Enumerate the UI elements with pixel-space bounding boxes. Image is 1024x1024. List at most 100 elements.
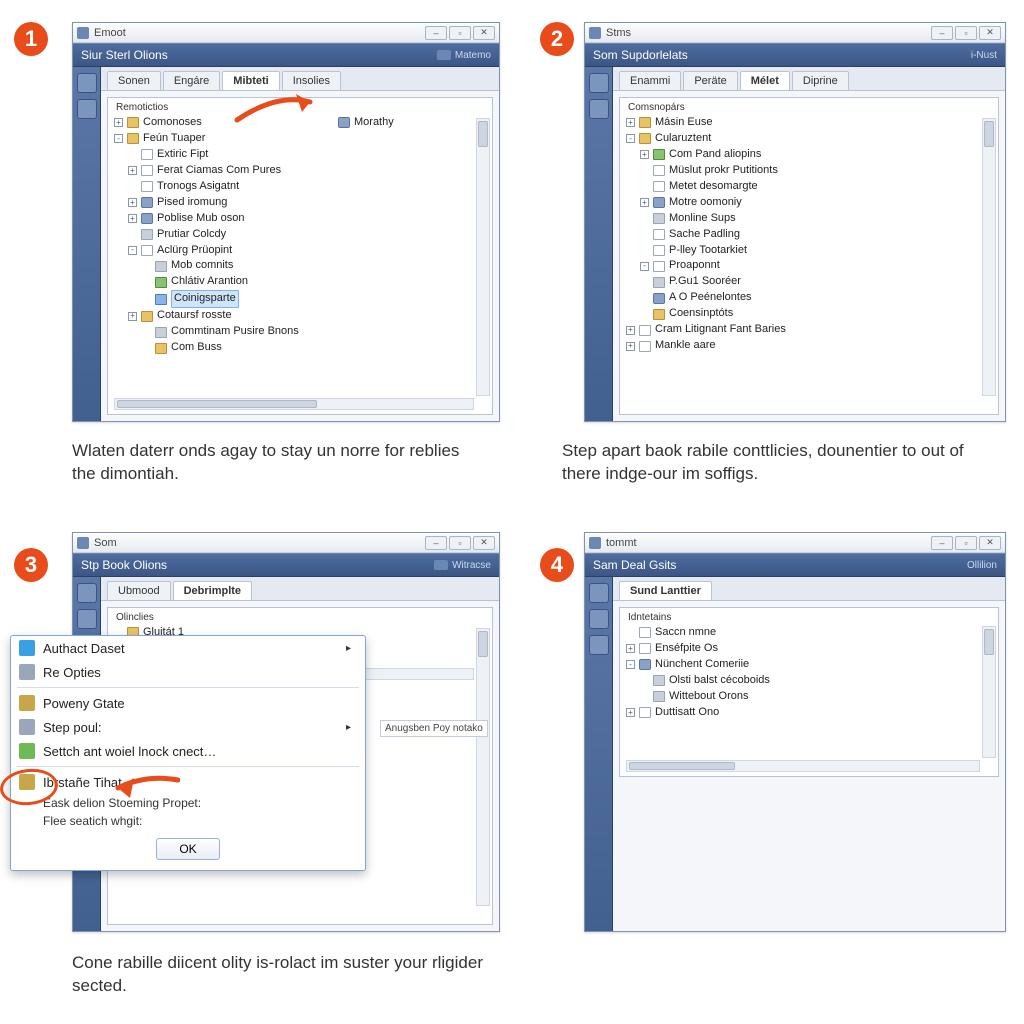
ok-button[interactable]: OK — [156, 838, 219, 860]
tree-node[interactable]: P.Gu1 Sooréer — [640, 274, 992, 290]
tree-node[interactable]: Coinigsparte — [142, 290, 486, 308]
titlebar-2[interactable]: Stms – ▫ ✕ — [585, 23, 1005, 43]
tree-node[interactable]: Mob comnits — [142, 258, 486, 274]
tab[interactable]: Ubmood — [107, 581, 171, 600]
sidebar-button[interactable] — [77, 99, 97, 119]
tree-node[interactable]: +Poblise Mub oson — [128, 211, 486, 227]
tab[interactable]: Sonen — [107, 71, 161, 90]
horizontal-scrollbar[interactable] — [626, 760, 980, 772]
sidebar-button[interactable] — [589, 609, 609, 629]
expand-toggle[interactable]: + — [128, 166, 137, 175]
tree-view-2[interactable]: +Másin Euse-Cularuztent+Com Pand aliopin… — [620, 115, 998, 360]
tree-node[interactable]: Olsti balst cécoboids — [640, 673, 992, 689]
tab[interactable]: Diprine — [792, 71, 849, 90]
tree-node[interactable]: Prutiar Colcdy — [128, 227, 486, 243]
tree-node[interactable]: -Aclürg PrüopintMob comnitsChlátiv Arant… — [128, 243, 486, 309]
close-button[interactable]: ✕ — [473, 26, 495, 40]
context-menu-item[interactable]: Step poul:▸ — [11, 715, 365, 739]
tree-node[interactable]: +Ferat Ciamas Com Pures — [128, 163, 486, 179]
maximize-button[interactable]: ▫ — [449, 26, 471, 40]
tree-node[interactable]: +Motre oomoniy — [640, 195, 992, 211]
close-button[interactable]: ✕ — [979, 536, 1001, 550]
context-menu-item[interactable]: Authact Daset▸ — [11, 636, 365, 660]
tree-node[interactable]: -Feún TuaperExtiric Fipt+Ferat Ciamas Co… — [114, 131, 486, 356]
context-menu-item[interactable]: Settch ant woiel lnock cnect… — [11, 739, 365, 763]
tab[interactable]: Debrimplte — [173, 581, 252, 600]
expand-toggle[interactable]: - — [640, 262, 649, 271]
titlebar-4[interactable]: tommt – ▫ ✕ — [585, 533, 1005, 553]
sidebar-button[interactable] — [589, 99, 609, 119]
minimize-button[interactable]: – — [425, 26, 447, 40]
tree-node[interactable]: Sache Padling — [640, 227, 992, 243]
vertical-scrollbar[interactable] — [476, 628, 490, 906]
tree-node[interactable]: +Duttisatt Ono — [626, 705, 992, 721]
expand-toggle[interactable]: + — [128, 198, 137, 207]
close-button[interactable]: ✕ — [979, 26, 1001, 40]
titlebar-3[interactable]: Som – ▫ ✕ — [73, 533, 499, 553]
expand-toggle[interactable]: - — [626, 134, 635, 143]
context-menu-item[interactable]: Ibrstañe Tihat — [11, 770, 365, 794]
tree-node[interactable]: +Enséfpite Os — [626, 641, 992, 657]
maximize-button[interactable]: ▫ — [449, 536, 471, 550]
detached-item[interactable]: Morathy — [338, 116, 394, 128]
expand-toggle[interactable]: + — [128, 312, 137, 321]
expand-toggle[interactable]: - — [114, 134, 123, 143]
tree-node[interactable]: Commtinam Pusire Bnons — [142, 324, 486, 340]
tab[interactable]: Engáre — [163, 71, 220, 90]
tree-node[interactable]: Chlátiv Arantion — [142, 274, 486, 290]
tree-node[interactable]: +Másin Euse — [626, 115, 992, 131]
minimize-button[interactable]: – — [931, 26, 953, 40]
expand-toggle[interactable]: + — [128, 214, 137, 223]
maximize-button[interactable]: ▫ — [955, 26, 977, 40]
sidebar-button[interactable] — [77, 609, 97, 629]
tree-node[interactable]: Tronogs Asigatnt — [128, 179, 486, 195]
tree-node[interactable]: -Nünchent ComeriieOlsti balst cécoboidsW… — [626, 657, 992, 705]
vertical-scrollbar[interactable] — [982, 118, 996, 396]
tree-node[interactable]: Metet desomargte — [640, 179, 992, 195]
tab[interactable]: Mibteti — [222, 71, 279, 90]
expand-toggle[interactable]: + — [626, 342, 635, 351]
tree-node[interactable]: +Comonoses — [114, 115, 486, 131]
tab[interactable]: Mélet — [740, 71, 790, 90]
tree-node[interactable]: Wittebout Orons — [640, 689, 992, 705]
expand-toggle[interactable]: - — [128, 246, 137, 255]
context-menu-item[interactable]: Poweny Gtate — [11, 691, 365, 715]
maximize-button[interactable]: ▫ — [955, 536, 977, 550]
titlebar-1[interactable]: Emoot – ▫ ✕ — [73, 23, 499, 43]
tab[interactable]: Insolies — [282, 71, 341, 90]
minimize-button[interactable]: – — [931, 536, 953, 550]
minimize-button[interactable]: – — [425, 536, 447, 550]
sidebar-button[interactable] — [77, 583, 97, 603]
expand-toggle[interactable]: + — [626, 326, 635, 335]
expand-toggle[interactable]: + — [640, 198, 649, 207]
sidebar-button[interactable] — [77, 73, 97, 93]
tree-node[interactable]: Saccn nmne — [626, 625, 992, 641]
sidebar-button[interactable] — [589, 635, 609, 655]
tree-node[interactable]: Monline Sups — [640, 211, 992, 227]
tab[interactable]: Enammi — [619, 71, 681, 90]
tree-node[interactable]: +Pised iromung — [128, 195, 486, 211]
tree-node[interactable]: -Cularuztent+Com Pand aliopinsMüslut pro… — [626, 131, 992, 322]
tree-node[interactable]: +Cotaursf rossteCommtinam Pusire BnonsCo… — [128, 308, 486, 356]
tree-node[interactable]: +Com Pand aliopins — [640, 147, 992, 163]
tree-node[interactable]: Com Buss — [142, 340, 486, 356]
vertical-scrollbar[interactable] — [476, 118, 490, 396]
expand-toggle[interactable]: + — [626, 118, 635, 127]
tree-node[interactable]: -Proaponnt — [640, 258, 992, 274]
horizontal-scrollbar[interactable] — [114, 398, 474, 410]
tree-view-4[interactable]: Saccn nmne+Enséfpite Os-Nünchent Comerii… — [620, 625, 998, 727]
tree-node[interactable]: P-lley Tootarkiet — [640, 243, 992, 259]
tree-view-1[interactable]: +Comonoses-Feún TuaperExtiric Fipt+Ferat… — [108, 115, 492, 362]
tree-node[interactable]: +Cram Litignant Fant Baries — [626, 322, 992, 338]
tree-node[interactable]: Coensinptóts — [640, 306, 992, 322]
vertical-scrollbar[interactable] — [982, 626, 996, 758]
expand-toggle[interactable]: + — [626, 644, 635, 653]
context-menu[interactable]: Authact Daset▸Re OptiesPoweny GtateStep … — [10, 635, 366, 871]
tree-node[interactable]: +Mankle aare — [626, 338, 992, 354]
tree-node[interactable]: Extiric Fipt — [128, 147, 486, 163]
close-button[interactable]: ✕ — [473, 536, 495, 550]
tree-node[interactable]: Müslut prokr Putitionts — [640, 163, 992, 179]
sidebar-button[interactable] — [589, 73, 609, 93]
sidebar-button[interactable] — [589, 583, 609, 603]
expand-toggle[interactable]: + — [640, 150, 649, 159]
